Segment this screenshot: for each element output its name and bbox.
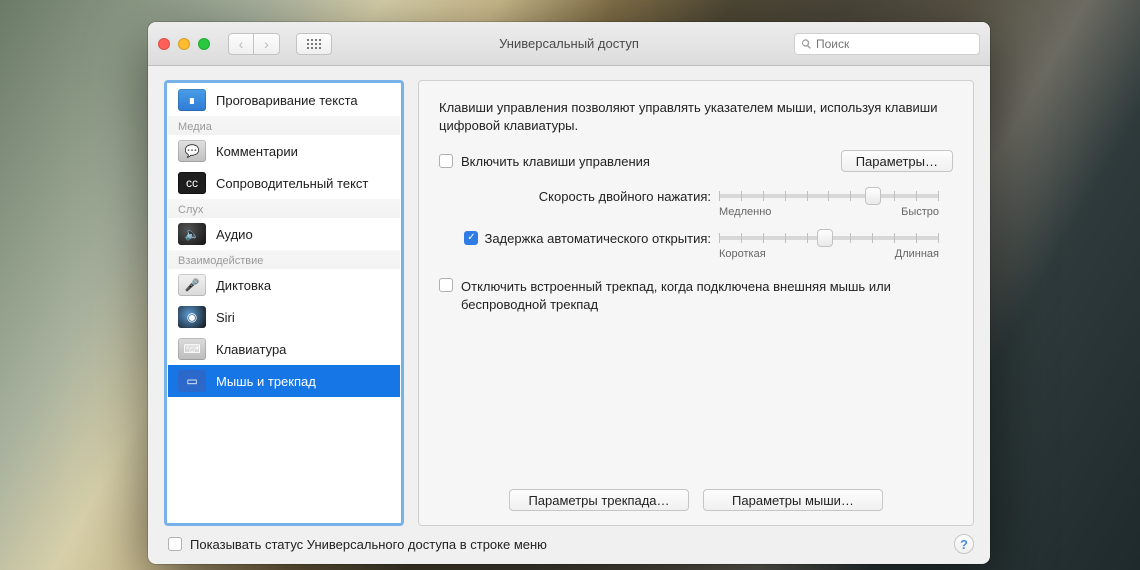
titlebar: ‹ › Универсальный доступ — [148, 22, 990, 66]
zoom-icon[interactable] — [198, 38, 210, 50]
bottom-button-row: Параметры трекпада… Параметры мыши… — [439, 477, 953, 511]
close-icon[interactable] — [158, 38, 170, 50]
section-header-hearing: Слух — [168, 199, 400, 218]
show-in-menubar-label: Показывать статус Универсального доступа… — [190, 537, 547, 552]
microphone-icon: 🎤 — [178, 274, 206, 296]
chevron-right-icon: › — [264, 36, 269, 52]
sidebar-item-label: Аудио — [216, 227, 253, 242]
ignore-trackpad-checkbox[interactable] — [439, 278, 453, 292]
category-sidebar: ∎ Проговаривание текста Медиа 💬 Коммента… — [164, 80, 404, 526]
spring-delay-checkbox[interactable] — [464, 231, 478, 245]
help-button[interactable]: ? — [954, 534, 974, 554]
show-all-button[interactable] — [296, 33, 332, 55]
sidebar-item-siri[interactable]: ◉ Siri — [168, 301, 400, 333]
sidebar-item-label: Диктовка — [216, 278, 271, 293]
sidebar-item-dictation[interactable]: 🎤 Диктовка — [168, 269, 400, 301]
sidebar-item-label: Siri — [216, 310, 235, 325]
search-input[interactable] — [816, 37, 973, 51]
siri-icon: ◉ — [178, 306, 206, 328]
slider-knob-icon[interactable] — [817, 229, 833, 247]
section-header-interaction: Взаимодействие — [168, 250, 400, 269]
sidebar-item-audio[interactable]: 🔈 Аудио — [168, 218, 400, 250]
sidebar-item-captions[interactable]: cc Сопроводительный текст — [168, 167, 400, 199]
sidebar-item-label: Проговаривание текста — [216, 93, 358, 108]
captions-icon: cc — [178, 172, 206, 194]
window-body: ∎ Проговаривание текста Медиа 💬 Коммента… — [148, 66, 990, 564]
trackpad-options-button[interactable]: Параметры трекпада… — [509, 489, 689, 511]
traffic-lights — [158, 38, 210, 50]
mouse-trackpad-icon: ▭ — [178, 370, 206, 392]
forward-button[interactable]: › — [254, 33, 280, 55]
double-click-speed-row: Скорость двойного нажатия: Медленно Быст… — [439, 188, 953, 218]
back-button[interactable]: ‹ — [228, 33, 254, 55]
slider-knob-icon[interactable] — [865, 187, 881, 205]
mouse-keys-description: Клавиши управления позволяют управлять у… — [439, 99, 953, 134]
sidebar-item-label: Клавиатура — [216, 342, 286, 357]
double-click-speed-slider[interactable] — [719, 194, 939, 198]
sidebar-item-mouse-trackpad[interactable]: ▭ Мышь и трекпад — [168, 365, 400, 397]
slider-min-label: Медленно — [719, 206, 771, 218]
section-header-media: Медиа — [168, 116, 400, 135]
ignore-trackpad-label: Отключить встроенный трекпад, когда подк… — [461, 278, 953, 313]
display-screen-icon: ∎ — [178, 89, 206, 111]
show-in-menubar-checkbox[interactable] — [168, 537, 182, 551]
enable-mouse-keys-checkbox[interactable] — [439, 154, 453, 168]
speech-bubble-icon: 💬 — [178, 140, 206, 162]
prefs-window: ‹ › Универсальный доступ ∎ Проговари — [148, 22, 990, 564]
speaker-icon: 🔈 — [178, 223, 206, 245]
mouse-options-button[interactable]: Параметры мыши… — [703, 489, 883, 511]
category-list[interactable]: ∎ Проговаривание текста Медиа 💬 Коммента… — [168, 84, 400, 522]
sidebar-item-keyboard[interactable]: ⌨ Клавиатура — [168, 333, 400, 365]
sidebar-item-label: Сопроводительный текст — [216, 176, 368, 191]
search-field[interactable] — [794, 33, 980, 55]
minimize-icon[interactable] — [178, 38, 190, 50]
slider-min-label: Короткая — [719, 248, 766, 260]
grid-icon — [307, 39, 321, 49]
sidebar-item-label: Мышь и трекпад — [216, 374, 316, 389]
enable-mouse-keys-label: Включить клавиши управления — [461, 154, 650, 169]
slider-max-label: Длинная — [895, 248, 939, 260]
chevron-left-icon: ‹ — [239, 36, 244, 52]
spring-delay-label: Задержка автоматического открытия: — [484, 231, 711, 246]
sidebar-item-speech[interactable]: ∎ Проговаривание текста — [168, 84, 400, 116]
settings-panel: Клавиши управления позволяют управлять у… — [418, 80, 974, 526]
nav-buttons: ‹ › — [228, 33, 280, 55]
search-icon — [801, 38, 812, 50]
keyboard-icon: ⌨ — [178, 338, 206, 360]
spring-delay-row: Задержка автоматического открытия: Корот… — [439, 230, 953, 260]
spring-delay-slider[interactable] — [719, 236, 939, 240]
sidebar-item-descriptions[interactable]: 💬 Комментарии — [168, 135, 400, 167]
window-footer: Показывать статус Универсального доступа… — [164, 526, 974, 554]
sidebar-item-label: Комментарии — [216, 144, 298, 159]
slider-max-label: Быстро — [901, 206, 939, 218]
mouse-keys-options-button[interactable]: Параметры… — [841, 150, 953, 172]
question-icon: ? — [960, 537, 968, 552]
double-click-speed-label: Скорость двойного нажатия: — [439, 188, 719, 204]
